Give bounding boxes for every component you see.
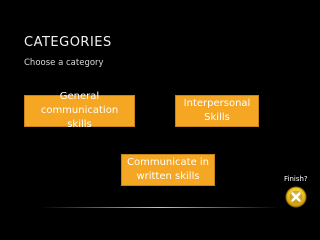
slide-subtitle: Choose a category bbox=[24, 58, 104, 68]
slide: CATEGORIES Choose a category General com… bbox=[0, 0, 320, 240]
interpersonal-skills-button[interactable]: Interpersonal Skills bbox=[175, 95, 259, 127]
interpersonal-skills-label: Interpersonal Skills bbox=[183, 98, 251, 123]
general-communication-label: General communication skills bbox=[40, 91, 119, 130]
written-skills-label: Communicate in written skills bbox=[126, 157, 210, 182]
written-skills-button[interactable]: Communicate in written skills bbox=[121, 154, 215, 186]
divider-line bbox=[40, 207, 280, 208]
slide-title: CATEGORIES bbox=[24, 35, 112, 50]
general-communication-button[interactable]: General communication skills bbox=[24, 91, 135, 130]
finish-button[interactable] bbox=[285, 186, 307, 208]
finish-label: Finish? bbox=[284, 175, 308, 183]
close-x-icon bbox=[285, 186, 307, 208]
